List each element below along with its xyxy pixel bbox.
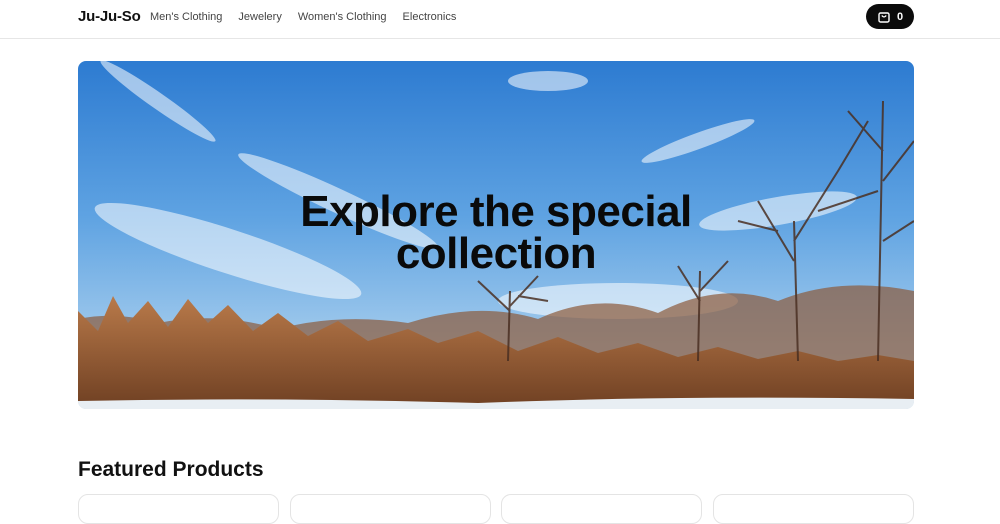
product-card[interactable] [290, 494, 491, 524]
product-card[interactable] [78, 494, 279, 524]
brand-logo[interactable]: Ju-Ju-So [78, 7, 141, 27]
cart-button[interactable]: 0 [866, 4, 914, 29]
nav-link-womens-clothing[interactable]: Women's Clothing [298, 10, 387, 26]
product-card[interactable] [501, 494, 702, 524]
product-card[interactable] [713, 494, 914, 524]
cart-count: 0 [896, 10, 904, 23]
site-header: Ju-Ju-So Men's Clothing Jewelery Women's… [0, 0, 1000, 39]
nav-link-mens-clothing[interactable]: Men's Clothing [150, 10, 222, 26]
main-nav: Men's Clothing Jewelery Women's Clothing… [150, 10, 472, 26]
hero-title: Explore the special collection [78, 190, 914, 278]
hero-title-line2: collection [395, 229, 597, 278]
hero-banner[interactable]: Explore the special collection [78, 61, 914, 409]
nav-link-electronics[interactable]: Electronics [403, 10, 457, 26]
shopping-bag-icon [877, 10, 891, 24]
featured-products-heading: Featured Products [78, 458, 264, 481]
nav-link-jewelery[interactable]: Jewelery [238, 10, 281, 26]
